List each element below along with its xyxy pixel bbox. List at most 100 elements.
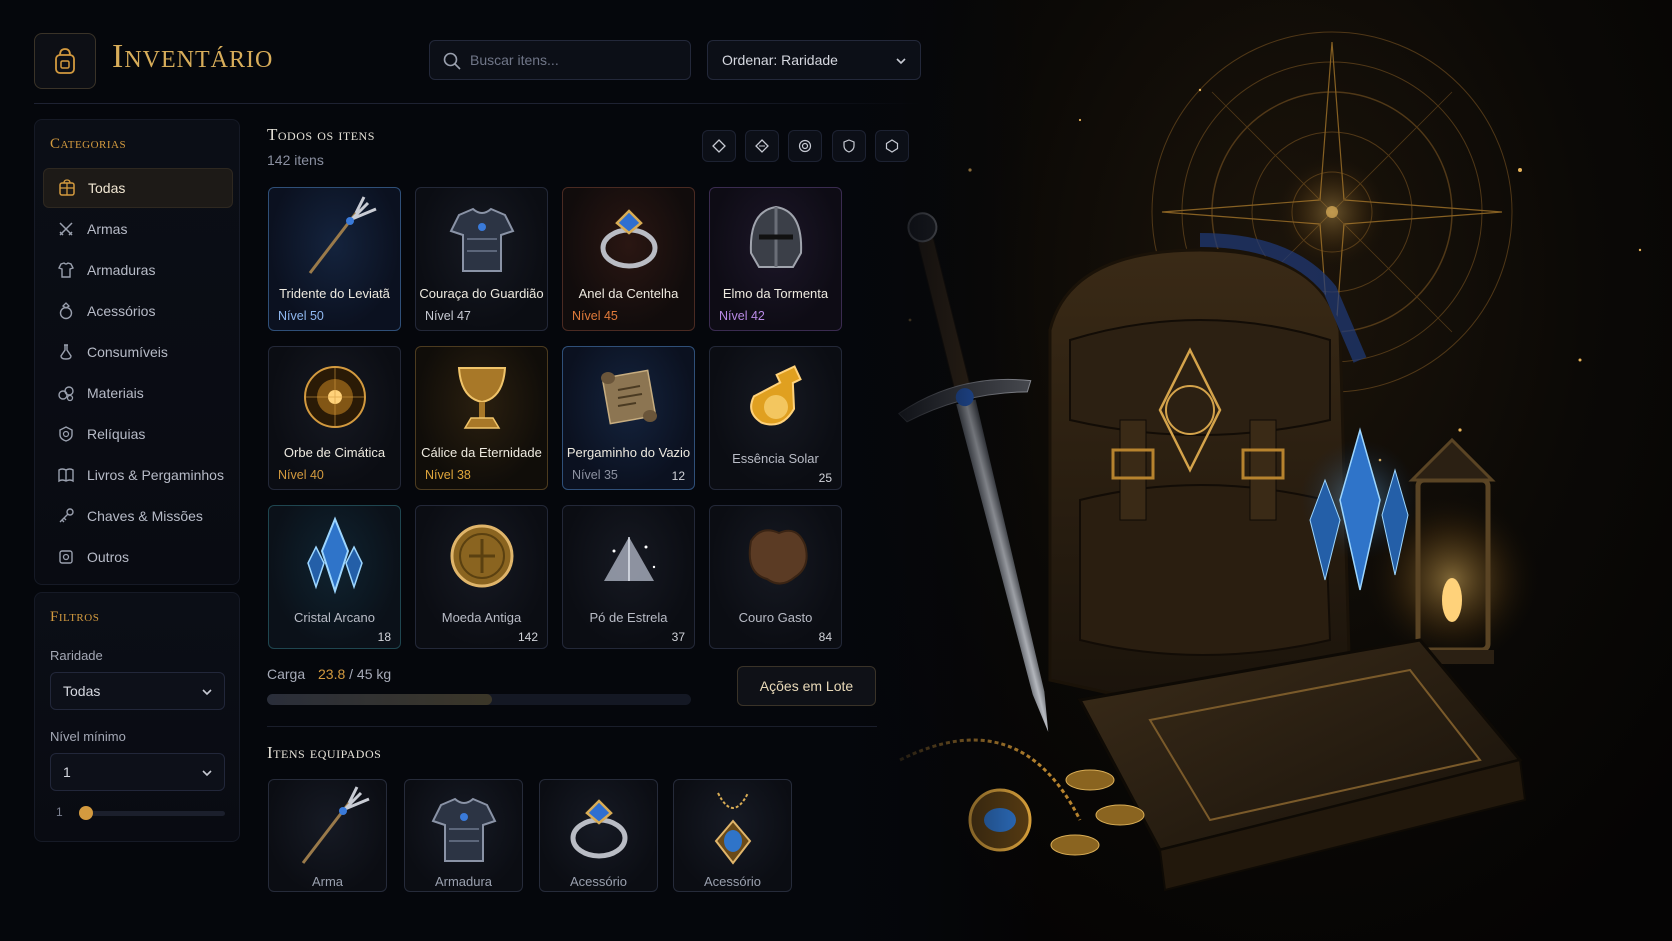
ring-icon xyxy=(563,188,694,288)
item-name: Cálice da Eternidade xyxy=(421,445,542,460)
sort-dropdown[interactable]: Ordenar: Raridade xyxy=(707,40,921,80)
item-quantity: 84 xyxy=(818,630,832,644)
armor-icon xyxy=(405,780,522,876)
category-label: Chaves & Missões xyxy=(87,508,203,524)
view-shield-button[interactable] xyxy=(832,130,866,162)
potion-icon xyxy=(710,347,841,447)
equipped-slot-label: Arma xyxy=(311,874,344,889)
category-materiais[interactable]: Materiais xyxy=(43,373,233,413)
category-label: Armas xyxy=(87,221,128,237)
item-level-value: 40 xyxy=(309,468,324,482)
item-quantity: 142 xyxy=(517,630,538,644)
level-slider-thumb[interactable] xyxy=(79,806,93,820)
chalice-icon xyxy=(416,347,547,447)
category-armas[interactable]: Armas xyxy=(43,209,233,249)
item-level-value: 35 xyxy=(603,468,618,482)
category-label: Materiais xyxy=(87,385,144,401)
ring-icon xyxy=(540,780,657,876)
item-level-label: Nível xyxy=(425,468,454,482)
item-card[interactable]: Elmo da Tormenta Nível 42 xyxy=(709,187,842,331)
category-reliquias[interactable]: Relíquias xyxy=(43,414,233,454)
filters-panel: Filtros Raridade Todas Nível mínimo 1 1 xyxy=(34,592,240,842)
scroll-icon xyxy=(563,347,694,447)
trident-icon xyxy=(269,780,386,876)
item-level-label: Nível xyxy=(719,309,748,323)
hexagon-icon xyxy=(885,139,899,153)
item-card[interactable]: Pergaminho do Vazio Nível 35 12 xyxy=(562,346,695,490)
equipped-slot[interactable]: Acessório xyxy=(673,779,792,892)
categories-title: Categorias xyxy=(50,136,127,152)
carga-value: 23.8 / 45 kg xyxy=(318,666,391,682)
category-outros[interactable]: Outros xyxy=(43,537,233,577)
stardust-icon xyxy=(563,506,694,606)
view-diamond-button[interactable] xyxy=(745,130,779,162)
view-target-button[interactable] xyxy=(788,130,822,162)
item-level-value: 38 xyxy=(456,468,471,482)
equipped-slot[interactable]: Armadura xyxy=(404,779,523,892)
sort-label: Ordenar: Raridade xyxy=(722,52,838,68)
item-quantity: 37 xyxy=(671,630,685,644)
item-card[interactable]: Essência Solar 25 xyxy=(709,346,842,490)
item-level: Nível 45 xyxy=(572,309,618,323)
rarity-label: Raridade xyxy=(50,648,103,663)
misc-icon xyxy=(57,548,75,566)
category-todas[interactable]: Todas xyxy=(43,168,233,208)
page-title: Inventário xyxy=(112,38,274,75)
view-hexagon-button[interactable] xyxy=(875,130,909,162)
item-card[interactable]: Orbe de Cimática Nível 40 xyxy=(268,346,401,490)
diamond-outline-icon xyxy=(712,139,726,153)
diamond-icon xyxy=(755,139,769,153)
item-level-label: Nível xyxy=(572,309,601,323)
item-level: Nível 47 xyxy=(425,309,471,323)
search-input[interactable] xyxy=(470,52,680,68)
view-diamond-outline-button[interactable] xyxy=(702,130,736,162)
armor-icon xyxy=(57,261,75,279)
bulk-actions-button[interactable]: Ações em Lote xyxy=(737,666,876,706)
category-livros[interactable]: Livros & Pergaminhos xyxy=(43,455,233,495)
item-card[interactable]: Couraça do Guardião Nível 47 xyxy=(415,187,548,331)
item-card[interactable]: Couro Gasto 84 xyxy=(709,505,842,649)
item-level: Nível 42 xyxy=(719,309,765,323)
equipped-slot[interactable]: Acessório xyxy=(539,779,658,892)
carga-label: Carga xyxy=(267,666,306,682)
section-divider xyxy=(267,726,877,727)
category-acessorios[interactable]: Acessórios xyxy=(43,291,233,331)
item-quantity: 25 xyxy=(818,471,832,485)
item-level-label: Nível xyxy=(278,309,307,323)
item-card[interactable]: Anel da Centelha Nível 45 xyxy=(562,187,695,331)
item-level: Nível 38 xyxy=(425,468,471,482)
category-label: Outros xyxy=(87,549,130,565)
category-chaves[interactable]: Chaves & Missões xyxy=(43,496,233,536)
item-level-label: Nível xyxy=(278,468,307,482)
min-level-select[interactable]: 1 xyxy=(50,753,225,791)
item-level: Nível 40 xyxy=(278,468,324,482)
item-level-label: Nível xyxy=(572,468,601,482)
item-card[interactable]: Pó de Estrela 37 xyxy=(562,505,695,649)
category-armaduras[interactable]: Armaduras xyxy=(43,250,233,290)
relic-icon xyxy=(57,425,75,443)
search-icon xyxy=(443,52,461,70)
min-level-label: Nível mínimo xyxy=(50,729,126,744)
item-name: Couraça do Guardião xyxy=(419,286,544,301)
carga-current: 23.8 xyxy=(318,666,346,682)
category-consumiveis[interactable]: Consumíveis xyxy=(43,332,233,372)
item-name: Pó de Estrela xyxy=(589,610,668,625)
categories-panel: Categorias Todas Armas Armaduras Acessór… xyxy=(34,119,240,585)
search-box[interactable] xyxy=(429,40,691,80)
item-card[interactable]: Cálice da Eternidade Nível 38 xyxy=(415,346,548,490)
carga-bar-fill xyxy=(267,694,492,705)
item-level-value: 42 xyxy=(750,309,765,323)
equipped-slot-label: Armadura xyxy=(434,874,493,889)
level-slider-track[interactable] xyxy=(79,811,225,816)
rarity-select[interactable]: Todas xyxy=(50,672,225,710)
item-name: Cristal Arcano xyxy=(294,610,375,625)
key-icon xyxy=(57,507,75,525)
item-level-value: 50 xyxy=(309,309,324,323)
item-name: Elmo da Tormenta xyxy=(722,286,829,301)
item-quantity: 12 xyxy=(671,469,685,483)
item-card[interactable]: Tridente do Leviatã Nível 50 xyxy=(268,187,401,331)
item-card[interactable]: Cristal Arcano 18 xyxy=(268,505,401,649)
equipped-slot[interactable]: Arma xyxy=(268,779,387,892)
item-card[interactable]: Moeda Antiga 142 xyxy=(415,505,548,649)
coin-icon xyxy=(416,506,547,606)
